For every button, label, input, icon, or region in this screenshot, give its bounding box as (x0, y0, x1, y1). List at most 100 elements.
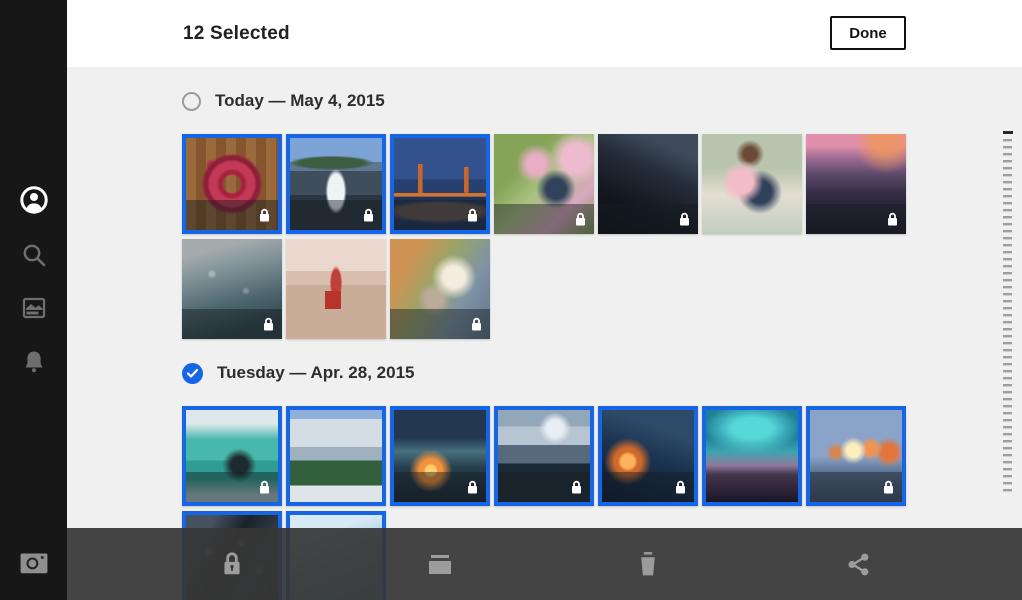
scrubber-tick (1003, 265, 1012, 267)
scrubber-tick (1003, 314, 1012, 316)
scrubber-tick (1003, 300, 1012, 302)
photo-tile-half-dome-pines[interactable] (286, 406, 386, 506)
section-date-label: Today — May 4, 2015 (215, 91, 385, 111)
scrubber-tick (1003, 468, 1012, 470)
photo-section: Today — May 4, 2015 (67, 91, 1022, 339)
section-header: Today — May 4, 2015 (182, 91, 1022, 111)
private-photo-overlay (290, 200, 382, 230)
scrubber-tick (1003, 461, 1012, 463)
share-icon[interactable] (841, 547, 875, 581)
photo-tile-golden-gate-bridge-night[interactable] (390, 134, 490, 234)
scrubber-tick (1003, 202, 1012, 204)
private-photo-overlay (598, 204, 698, 234)
selection-count-title: 12 Selected (183, 0, 290, 67)
photostream-icon[interactable] (19, 293, 49, 323)
photo-select-screen: 12 Selected Done Today — May 4, 2015 Tues… (0, 0, 1022, 600)
photo-tile-aurora-over-mountains[interactable] (702, 406, 802, 506)
scrubber-tick (1003, 153, 1012, 155)
scrubber-tick (1003, 209, 1012, 211)
photo-tile-campfire-shore-dusk[interactable] (390, 406, 490, 506)
search-icon[interactable] (19, 240, 49, 270)
lock-icon (882, 480, 895, 495)
photo-tile-rain-on-window[interactable] (182, 239, 282, 339)
photo-sections: Today — May 4, 2015 Tuesday — Apr. 28, 20… (67, 91, 1022, 600)
scrubber-tick (1003, 419, 1012, 421)
scrubber-tick (1003, 482, 1012, 484)
check-icon (187, 369, 198, 378)
scrubber-tick (1003, 146, 1012, 148)
lock-icon (258, 480, 271, 495)
photo-tile-berry-wreath-on-wood[interactable] (182, 134, 282, 234)
private-photo-overlay (810, 472, 902, 502)
lock-icon (466, 208, 479, 223)
scrubber-tick (1003, 342, 1012, 344)
timeline-scrubber[interactable] (1003, 131, 1013, 496)
scrubber-tick (1003, 447, 1012, 449)
photo-tile-hugging-couple-bench[interactable] (702, 134, 802, 234)
scrubber-tick (1003, 167, 1012, 169)
scrubber-tick (1003, 251, 1012, 253)
scrubber-tick (1003, 216, 1012, 218)
scrubber-tick (1003, 391, 1012, 393)
scrubber-tick (1003, 489, 1012, 491)
section-checkbox-unchecked[interactable] (182, 92, 201, 111)
photo-tile-girl-with-teddy-bear[interactable] (390, 239, 490, 339)
lock-icon (570, 480, 583, 495)
scrubber-tick (1003, 230, 1012, 232)
photo-tile-glowing-tent-stars[interactable] (598, 406, 698, 506)
scrubber-tick (1003, 454, 1012, 456)
scrubber-active-tick (1003, 131, 1013, 134)
section-checkbox-checked[interactable] (182, 363, 203, 384)
scrubber-tick (1003, 174, 1012, 176)
notifications-icon[interactable] (19, 347, 49, 377)
header-bar: 12 Selected Done (67, 0, 1022, 67)
scrubber-tick (1003, 356, 1012, 358)
trash-icon[interactable] (631, 547, 665, 581)
photo-grid (182, 134, 912, 339)
scrubber-tick (1003, 139, 1012, 141)
private-photo-overlay (186, 472, 278, 502)
lock-icon (258, 208, 271, 223)
photo-tile-sunset-mountain-ridge[interactable] (806, 134, 906, 234)
scrubber-tick (1003, 412, 1012, 414)
photo-tile-traveler-red-suitcase[interactable] (286, 239, 386, 339)
action-toolbar (67, 528, 1022, 600)
photo-tile-couple-in-garden[interactable] (494, 134, 594, 234)
scrubber-tick (1003, 160, 1012, 162)
camera-icon[interactable] (19, 548, 49, 578)
navigation-sidebar (0, 0, 67, 600)
photo-tile-teal-birdhouse[interactable] (182, 406, 282, 506)
scrubber-tick (1003, 440, 1012, 442)
photo-tile-half-dome-dusk[interactable] (598, 134, 698, 234)
photo-tile-waterfall-cliff[interactable] (286, 134, 386, 234)
profile-icon[interactable] (19, 185, 49, 215)
scrubber-tick (1003, 258, 1012, 260)
lock-icon (262, 317, 275, 332)
scrubber-tick (1003, 195, 1012, 197)
scrubber-tick (1003, 335, 1012, 337)
scrubber-tick (1003, 384, 1012, 386)
private-photo-overlay (602, 472, 694, 502)
scrubber-tick (1003, 237, 1012, 239)
scrubber-tick (1003, 286, 1012, 288)
album-icon[interactable] (423, 547, 457, 581)
section-header: Tuesday — Apr. 28, 2015 (182, 363, 1022, 383)
private-photo-overlay (494, 204, 594, 234)
lock-icon[interactable] (215, 547, 249, 581)
private-photo-overlay (182, 309, 282, 339)
lock-icon (886, 212, 899, 227)
done-button[interactable]: Done (830, 16, 906, 50)
scrubber-tick (1003, 328, 1012, 330)
scrubber-tick (1003, 188, 1012, 190)
photo-tile-bokeh-rainy-window[interactable] (806, 406, 906, 506)
private-photo-overlay (806, 204, 906, 234)
scrubber-tick (1003, 475, 1012, 477)
private-photo-overlay (390, 309, 490, 339)
photo-tile-matterhorn-peak[interactable] (494, 406, 594, 506)
lock-icon (678, 212, 691, 227)
scrubber-tick (1003, 321, 1012, 323)
private-photo-overlay (186, 200, 278, 230)
lock-icon (466, 480, 479, 495)
scrubber-tick (1003, 405, 1012, 407)
scrubber-tick (1003, 398, 1012, 400)
